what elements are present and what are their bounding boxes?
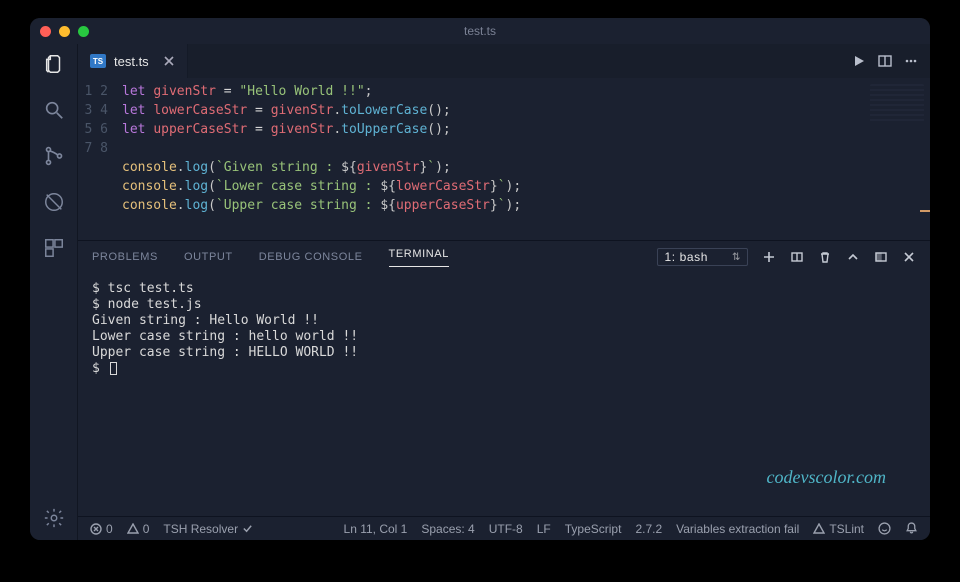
split-editor-icon[interactable] — [878, 54, 892, 68]
status-cursor-position[interactable]: Ln 11, Col 1 — [344, 522, 408, 536]
vscode-window: test.ts — [30, 18, 930, 540]
line-number-gutter: 1 2 3 4 5 6 7 8 — [78, 82, 122, 240]
settings-gear-icon[interactable] — [42, 506, 66, 530]
overview-ruler-marker — [920, 210, 930, 212]
extensions-icon[interactable] — [42, 236, 66, 260]
new-terminal-icon[interactable] — [762, 250, 776, 264]
status-warnings[interactable]: 0 — [127, 522, 150, 536]
code-editor[interactable]: 1 2 3 4 5 6 7 8 let givenStr = "Hello Wo… — [78, 78, 930, 240]
activity-bar — [30, 44, 78, 540]
status-diagnostic[interactable]: Variables extraction fail — [676, 522, 799, 536]
source-control-icon[interactable] — [42, 144, 66, 168]
chevron-updown-icon: ⇅ — [732, 252, 741, 263]
status-language[interactable]: TypeScript — [565, 522, 622, 536]
feedback-smiley-icon[interactable] — [878, 522, 891, 535]
shell-label: 1: bash — [664, 250, 708, 264]
kill-terminal-icon[interactable] — [818, 250, 832, 264]
more-actions-icon[interactable] — [904, 54, 918, 68]
status-bar: 0 0 TSH Resolver Ln 11, Col 1 Spaces: 4 … — [78, 516, 930, 540]
tab-label: test.ts — [114, 54, 149, 69]
workbench: TS test.ts — [30, 44, 930, 540]
watermark-text: codevscolor.com — [767, 467, 886, 488]
status-resolver[interactable]: TSH Resolver — [163, 522, 253, 536]
titlebar[interactable]: test.ts — [30, 18, 930, 44]
tab-problems[interactable]: PROBLEMS — [92, 251, 158, 263]
panel-maximize-icon[interactable] — [846, 250, 860, 264]
panel-layout-icon[interactable] — [874, 250, 888, 264]
tab-bar: TS test.ts — [78, 44, 930, 78]
code-content[interactable]: let givenStr = "Hello World !!"; let low… — [122, 82, 930, 240]
close-tab-icon[interactable] — [163, 55, 175, 67]
status-eol[interactable]: LF — [537, 522, 551, 536]
typescript-file-icon: TS — [90, 54, 106, 68]
explorer-icon[interactable] — [42, 52, 66, 76]
status-indentation[interactable]: Spaces: 4 — [421, 522, 474, 536]
tab-terminal[interactable]: TERMINAL — [389, 248, 449, 267]
panel-tabs: PROBLEMS OUTPUT DEBUG CONSOLE TERMINAL 1… — [78, 241, 930, 273]
minimap[interactable] — [870, 84, 924, 122]
notifications-bell-icon[interactable] — [905, 522, 918, 535]
status-encoding[interactable]: UTF-8 — [489, 522, 523, 536]
run-icon[interactable] — [852, 54, 866, 68]
tab-test-ts[interactable]: TS test.ts — [78, 44, 188, 78]
status-errors[interactable]: 0 — [90, 522, 113, 536]
terminal-shell-select[interactable]: 1: bash ⇅ — [657, 248, 748, 266]
split-terminal-icon[interactable] — [790, 250, 804, 264]
close-panel-icon[interactable] — [902, 250, 916, 264]
tab-debug-console[interactable]: DEBUG CONSOLE — [259, 251, 363, 263]
status-tslint[interactable]: TSLint — [813, 522, 864, 536]
editor-area: TS test.ts — [78, 44, 930, 540]
window-title: test.ts — [30, 24, 930, 38]
terminal-cursor — [110, 362, 117, 375]
status-ts-version[interactable]: 2.7.2 — [635, 522, 662, 536]
editor-actions — [840, 44, 930, 78]
debug-icon[interactable] — [42, 190, 66, 214]
search-icon[interactable] — [42, 98, 66, 122]
tab-output[interactable]: OUTPUT — [184, 251, 233, 263]
